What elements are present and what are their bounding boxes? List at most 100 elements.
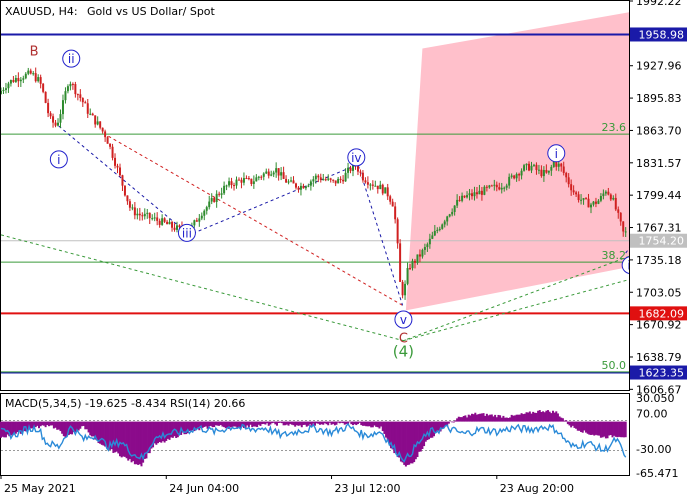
wave-label-text: B — [30, 45, 39, 60]
candle-body — [329, 178, 332, 180]
candle-body — [594, 201, 597, 204]
candle-body — [575, 192, 578, 195]
candle-body — [49, 113, 52, 117]
candle-body — [267, 171, 270, 176]
candle-body — [582, 198, 585, 200]
indicator-axis: 30.050 70.00 -30.00 -65.471 — [636, 392, 678, 480]
candle-body — [344, 172, 347, 182]
candle-body — [307, 185, 310, 187]
candle-body — [195, 220, 198, 222]
candle-body — [71, 83, 74, 85]
candle-body — [106, 137, 109, 144]
candle-body — [342, 179, 345, 182]
candle-body — [461, 195, 464, 201]
candle-body — [230, 181, 233, 186]
candle-body — [262, 173, 265, 177]
price-chart-window[interactable]: 23.638.250.0 BiiiiiiivvC(4)iiiiii 1992.2… — [0, 0, 700, 500]
candle-body — [404, 283, 407, 296]
candle-body — [223, 185, 226, 194]
candle-body — [607, 191, 610, 195]
candle-body — [540, 169, 543, 177]
price-axis-label: 1992.22 — [636, 0, 682, 8]
indicator-axis-label: -65.471 — [636, 467, 678, 480]
candle-body — [272, 172, 275, 175]
candle-body — [260, 176, 263, 178]
candle-body — [552, 161, 555, 167]
candle-body — [436, 229, 439, 231]
candle-body — [399, 243, 402, 282]
candle-body — [537, 169, 540, 171]
wave-label-text: iii — [182, 226, 192, 240]
candle-body — [47, 102, 50, 114]
candle-body — [208, 201, 211, 208]
candle-body — [401, 281, 404, 296]
candle-body — [542, 169, 545, 177]
candle-body — [490, 185, 493, 187]
candle-body — [602, 193, 605, 197]
candle-body — [379, 184, 382, 190]
wave-label-text: i — [555, 147, 558, 161]
candle-body — [287, 181, 290, 183]
candle-body — [337, 178, 340, 184]
candle-body — [453, 205, 456, 212]
candle-body — [143, 213, 146, 217]
candle-body — [557, 163, 560, 167]
candle-body — [22, 78, 25, 80]
candle-body — [617, 209, 620, 213]
candle-body — [339, 178, 342, 180]
candle-body — [247, 178, 250, 180]
candle-body — [535, 164, 538, 170]
indicator-axis-label: 70.00 — [636, 408, 668, 421]
candle-body — [513, 175, 516, 179]
price-axis-label: 1735.18 — [636, 254, 682, 267]
candle-body — [466, 195, 469, 198]
candle-body — [44, 91, 47, 103]
candle-body — [359, 171, 362, 173]
candle-body — [555, 161, 558, 167]
candle-body — [64, 91, 67, 101]
candle-body — [525, 163, 528, 166]
candle-body — [332, 179, 335, 181]
candle-body — [624, 231, 627, 233]
candle-body — [101, 127, 104, 132]
candle-body — [406, 268, 409, 284]
candle-body — [233, 185, 236, 187]
candle-body — [24, 73, 27, 79]
price-tag-red: 1682.09 — [639, 307, 685, 320]
candle-body — [609, 194, 612, 200]
candle-body — [285, 178, 288, 183]
candle-body — [86, 103, 89, 114]
candle-body — [495, 184, 498, 188]
candle-body — [577, 194, 580, 201]
candle-body — [81, 98, 84, 103]
candle-body — [366, 182, 369, 185]
candle-body — [198, 218, 201, 222]
candle-body — [126, 195, 129, 202]
candle-body — [123, 185, 126, 196]
candle-body — [510, 175, 513, 177]
candle-body — [322, 179, 325, 181]
candle-body — [7, 83, 10, 89]
candle-body — [138, 213, 141, 216]
candle-body — [597, 200, 600, 204]
candle-body — [252, 181, 255, 184]
candle-body — [240, 179, 243, 183]
candle-body — [619, 212, 622, 222]
candle-body — [292, 180, 295, 184]
price-axis-label: 1831.57 — [636, 157, 682, 170]
candle-body — [235, 179, 238, 186]
candle-body — [37, 77, 40, 82]
candle-body — [441, 224, 444, 229]
candle-body — [411, 260, 414, 269]
candle-body — [433, 230, 436, 236]
candle-body — [530, 165, 533, 171]
candle-body — [319, 177, 322, 180]
candle-body — [250, 178, 253, 184]
chart-canvas[interactable]: 23.638.250.0 BiiiiiiivvC(4)iiiiii 1992.2… — [0, 0, 700, 500]
candle-body — [483, 186, 486, 195]
candle-body — [280, 172, 283, 176]
candle-body — [136, 213, 139, 216]
candle-body — [2, 89, 5, 91]
candle-body — [270, 174, 273, 176]
candle-body — [426, 244, 429, 248]
